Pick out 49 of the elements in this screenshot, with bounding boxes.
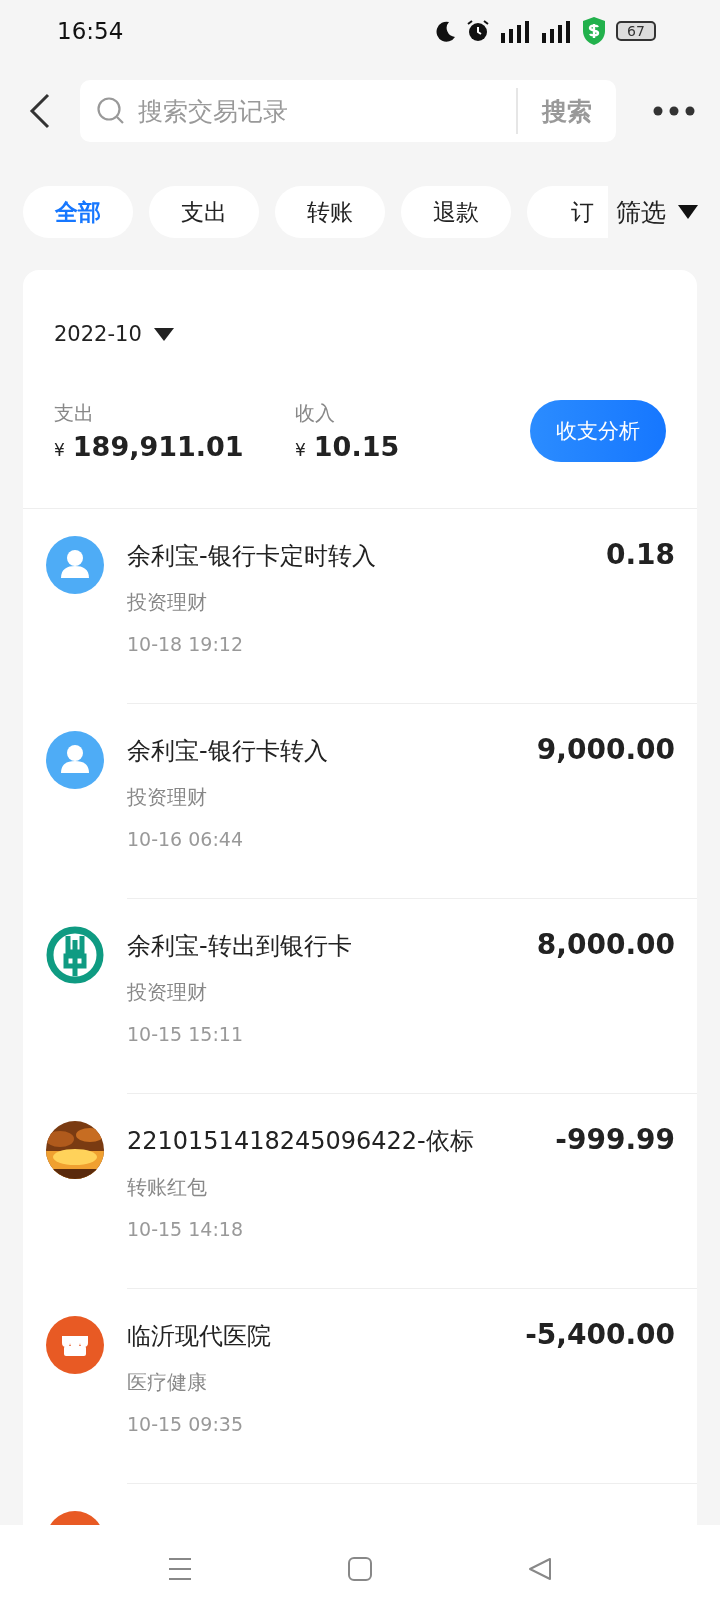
filter-tab[interactable]: 全部 <box>23 186 133 238</box>
filter-tab[interactable]: 订 <box>527 186 608 238</box>
filter-tab[interactable]: 支出 <box>149 186 259 238</box>
transaction-category: 转账红包 <box>127 1174 208 1201</box>
month-selector[interactable]: 2022-10 <box>54 322 174 346</box>
transaction-title: 2210151418245096422-依标 <box>127 1126 475 1157</box>
analysis-button[interactable]: 收支分析 <box>530 400 666 462</box>
transaction-time: 10-16 06:44 <box>127 828 244 850</box>
battery-level: 67 <box>616 21 656 41</box>
transaction-time: 10-15 14:18 <box>127 1218 244 1240</box>
transaction-amount: 8,000.00 <box>536 928 675 963</box>
search-icon <box>96 96 126 126</box>
filter-tab[interactable]: 转账 <box>275 186 385 238</box>
moon-icon <box>435 20 457 42</box>
person-avatar-icon <box>46 731 104 789</box>
transaction-title: 余利宝-银行卡定时转入 <box>127 541 377 572</box>
transaction-amount: -999.99 <box>555 1123 675 1158</box>
transaction-amount: 9,000.00 <box>536 733 675 768</box>
income-label: 收入 <box>295 400 336 427</box>
transaction-category: 投资理财 <box>127 589 208 616</box>
currency-symbol: ¥ <box>54 440 65 460</box>
dropdown-icon <box>678 205 698 219</box>
transaction-amount: -5,400.00 <box>525 1318 675 1353</box>
alarm-icon <box>466 19 490 43</box>
signal-icon <box>540 19 572 43</box>
bank-logo-icon <box>46 926 104 984</box>
shield-icon <box>581 16 607 46</box>
home-icon[interactable] <box>346 1554 374 1583</box>
transaction-category: 投资理财 <box>127 784 208 811</box>
currency-symbol: ¥ <box>295 440 306 460</box>
transaction-amount: 0.18 <box>605 538 675 573</box>
transaction-time: 10-18 19:12 <box>127 633 244 655</box>
more-icon[interactable] <box>652 105 696 117</box>
signal-icon <box>499 19 531 43</box>
income-amount: 10.15 <box>313 431 400 462</box>
filter-tab[interactable]: 退款 <box>401 186 511 238</box>
transaction-title: 余利宝-转出到银行卡 <box>127 931 353 962</box>
person-avatar-icon <box>46 536 104 594</box>
transaction-category: 投资理财 <box>127 979 208 1006</box>
expense-label: 支出 <box>54 400 95 427</box>
transaction-title: 临沂现代医院 <box>127 1321 272 1352</box>
transaction-title: 余利宝-银行卡转入 <box>127 736 329 767</box>
transaction-category: 医疗健康 <box>127 1369 208 1396</box>
dropdown-icon <box>153 327 174 341</box>
store-avatar-icon <box>46 1316 104 1374</box>
transaction-time: 10-15 09:35 <box>127 1413 244 1435</box>
transaction-time: 10-15 15:11 <box>127 1023 244 1045</box>
status-time: 16:54 <box>57 18 124 44</box>
expense-amount: 189,911.01 <box>72 431 244 462</box>
